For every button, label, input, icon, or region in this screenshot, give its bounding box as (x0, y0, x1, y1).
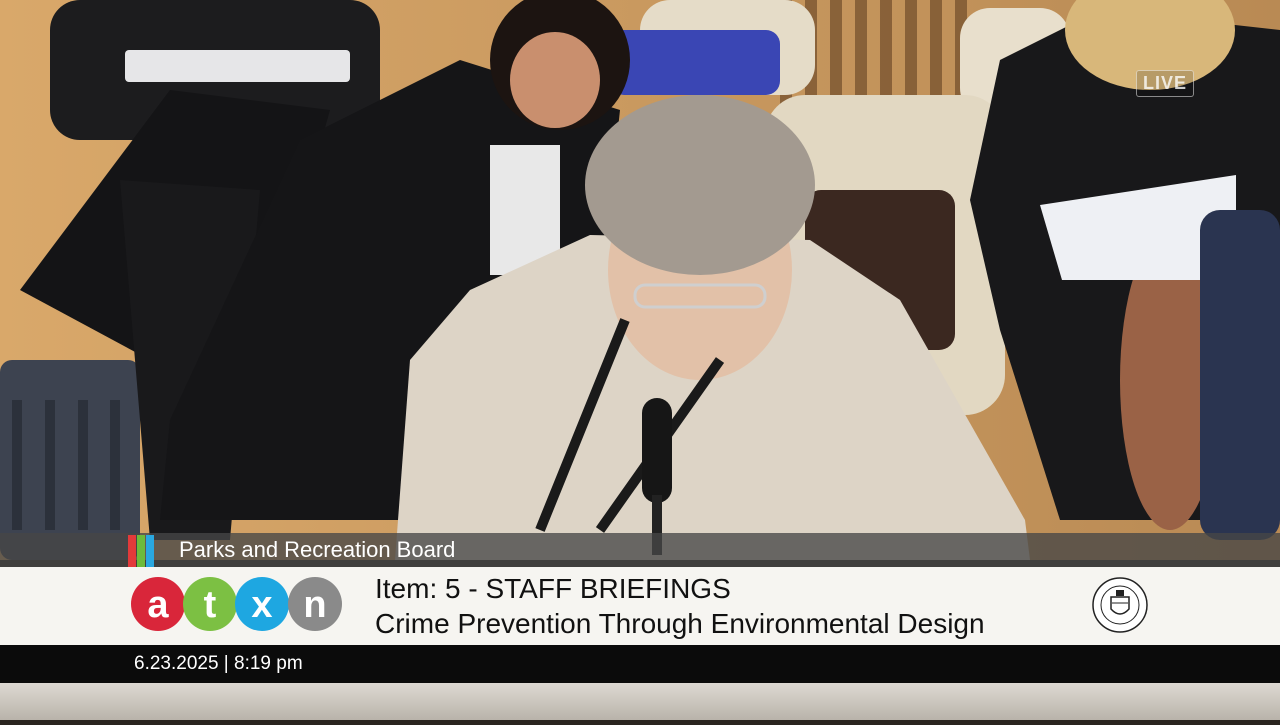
lower-third-overlay: Parks and Recreation Board a t x n Item:… (0, 530, 1280, 720)
agenda-item-subject: Crime Prevention Through Environmental D… (375, 608, 985, 639)
laptop (125, 50, 350, 82)
microphone (642, 398, 672, 503)
agenda-item-title: Item: 5 - STAFF BRIEFINGS (375, 573, 731, 604)
meeting-datetime: 6.23.2025 | 8:19 pm (134, 653, 303, 674)
green-accent-mark (137, 535, 145, 567)
svg-text:x: x (251, 584, 272, 626)
atxn-logo: a t x n (131, 577, 342, 631)
red-accent-mark (128, 535, 136, 567)
svg-text:n: n (303, 584, 326, 626)
board-name: Parks and Recreation Board (179, 537, 456, 562)
city-seal-icon (1092, 577, 1148, 633)
svg-text:a: a (147, 584, 169, 626)
board-name-bar: Parks and Recreation Board (0, 533, 1280, 567)
blue-bag (610, 30, 780, 95)
blue-accent-mark (146, 535, 154, 567)
desk-edge (0, 683, 1280, 720)
agenda-item-band: a t x n Item: 5 - STAFF BRIEFINGS Crime … (0, 567, 1280, 645)
timestamp-bar: 6.23.2025 | 8:19 pm (0, 645, 1280, 683)
accent-marks (128, 535, 168, 567)
svg-text:t: t (204, 584, 217, 626)
live-badge: LIVE (1135, 70, 1194, 97)
